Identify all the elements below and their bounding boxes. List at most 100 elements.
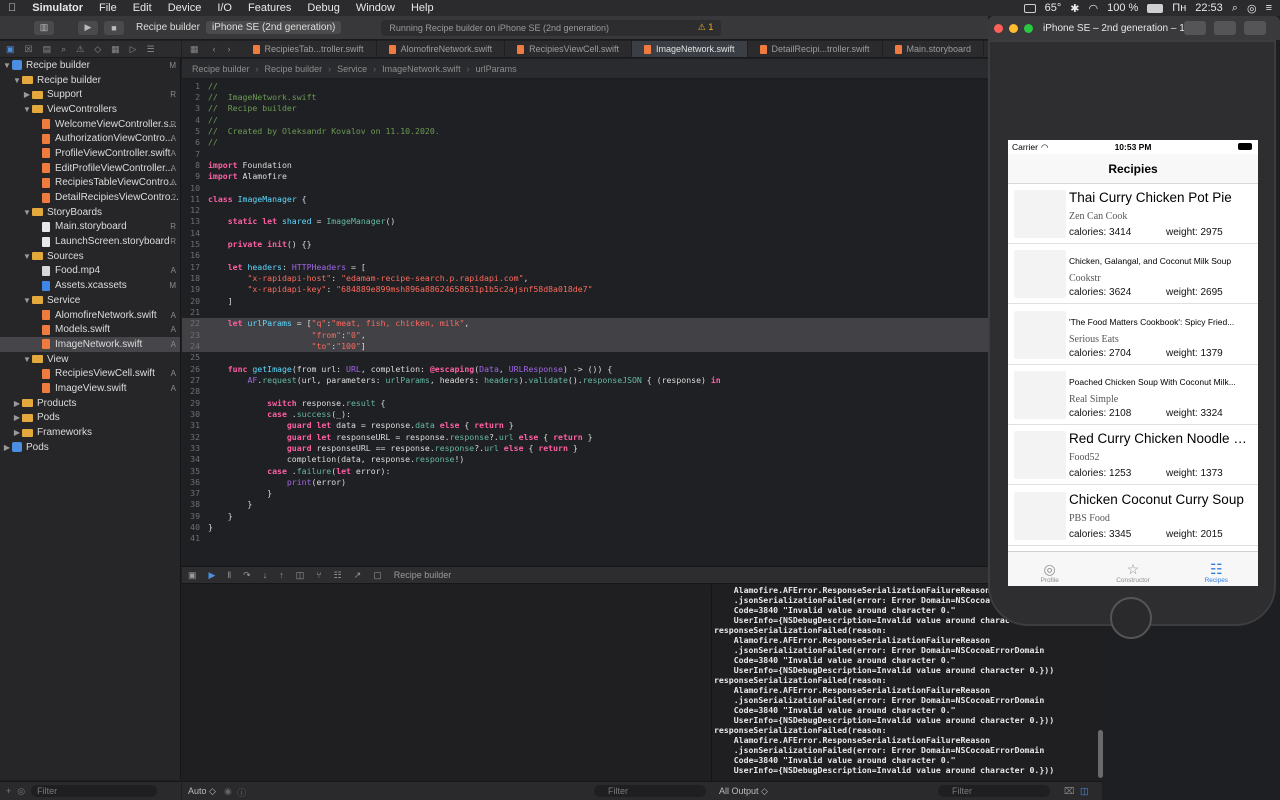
code-line[interactable]: 6// [182,137,988,148]
debug-navigator-icon[interactable]: ▦ [111,44,120,55]
line-number[interactable]: 22 [182,318,208,328]
navigator-row[interactable]: ▼ StoryBoards [0,205,180,220]
code-line[interactable]: 38 } [182,499,988,510]
add-icon[interactable]: + [6,786,11,796]
battery-icon[interactable] [1147,3,1164,13]
code-line[interactable]: 28 [182,386,988,397]
minimize-icon[interactable] [1009,23,1018,33]
code-line[interactable]: 30 case .success(_): [182,408,988,419]
line-number[interactable]: 24 [182,341,208,351]
line-number[interactable]: 12 [182,205,208,215]
line-number[interactable]: 32 [182,432,208,442]
code-line[interactable]: 40} [182,521,988,532]
code-line[interactable]: 15 private init() {} [182,238,988,249]
code-line[interactable]: 34 completion(data, response.response!) [182,454,988,465]
line-number[interactable]: 4 [182,115,208,125]
line-number[interactable]: 15 [182,239,208,249]
screenshot-icon[interactable] [1184,21,1206,35]
console-filter-input[interactable]: Filter [938,785,1050,797]
navigator-row[interactable]: WelcomeViewController.s... R [0,117,180,132]
zoom-icon[interactable] [1024,23,1033,33]
menu-window[interactable]: Window [348,2,403,14]
line-number[interactable]: 1 [182,81,208,91]
find-navigator-icon[interactable]: ⌕ [61,44,66,55]
jump-bar-item[interactable]: ImageNetwork.swift [382,64,461,74]
navigator-row[interactable]: RecipiesViewCell.swift A [0,366,180,381]
line-number[interactable]: 13 [182,216,208,226]
disclosure-icon[interactable]: ▶ [22,90,32,99]
disclosure-icon[interactable]: ▼ [2,61,12,70]
line-number[interactable]: 39 [182,511,208,521]
battery-readout[interactable]: 100 % [1107,2,1138,14]
navigator-row[interactable]: DetailRecipiesViewContro...? [0,190,180,205]
line-number[interactable]: 10 [182,183,208,193]
pause-icon[interactable]: ‖ [227,570,231,580]
step-over-icon[interactable]: ↷ [243,570,251,581]
line-number[interactable]: 27 [182,375,208,385]
recipe-cell[interactable]: Red Curry Chicken Noodle Soup Food52 calor… [1008,425,1258,486]
code-line[interactable]: 24 "to":"100"] [182,340,988,352]
report-navigator-icon[interactable]: ☰ [147,44,155,55]
navigator-row[interactable]: ▼ Sources [0,249,180,264]
symbol-navigator-icon[interactable]: ▤ [43,44,52,55]
disclosure-icon[interactable]: ▼ [22,208,32,217]
variables-scope-select[interactable]: Auto ◇ [188,786,216,797]
code-line[interactable]: 2// ImageNetwork.swift [182,91,988,102]
hide-debug-icon[interactable]: ▣ [188,570,197,581]
code-line[interactable]: 29 switch response.result { [182,397,988,408]
code-line[interactable]: 17 let headers: HTTPHeaders = [ [182,261,988,272]
issue-navigator-icon[interactable]: ⚠ [76,44,84,55]
search-icon[interactable]: ⌕ [1232,2,1238,15]
tab-recipes[interactable]: ☷ Recipes [1175,552,1258,586]
line-number[interactable]: 37 [182,488,208,498]
navigator-row[interactable]: Models.swift A [0,322,180,337]
code-line[interactable]: 7 [182,148,988,159]
line-number[interactable]: 33 [182,443,208,453]
location-icon[interactable]: ↗ [354,570,362,581]
navigator-row[interactable]: Main.storyboard R [0,220,180,235]
disclosure-icon[interactable]: ▼ [22,355,32,364]
code-line[interactable]: 9 import Alamofire [182,171,988,182]
line-number[interactable]: 35 [182,466,208,476]
device-selector[interactable]: iPhone SE (2nd generation) [205,21,342,34]
code-line[interactable]: 27 AF.request(url, parameters: urlParams… [182,374,988,385]
recipe-cell[interactable]: Chicken, Galangal, and Coconut Milk Soup… [1008,244,1258,305]
source-control-icon[interactable]: ☒ [25,44,33,55]
code-line[interactable]: 20 ] [182,295,988,306]
navigator-row[interactable]: ProfileViewController.swift A [0,146,180,161]
line-number[interactable]: 28 [182,386,208,396]
disclosure-icon[interactable]: ▼ [22,252,32,261]
code-line[interactable]: 10 [182,182,988,193]
navigator-row[interactable]: RecipiesTableViewContro... A [0,176,180,191]
line-number[interactable]: 14 [182,228,208,238]
screen-icon[interactable] [1023,3,1036,13]
line-number[interactable]: 23 [182,330,208,340]
code-line[interactable]: 19 "x-rapidapi-key": "684889e899msh896a8… [182,284,988,295]
editor-tab[interactable]: Main.storyboard [883,41,985,57]
menu-features[interactable]: Features [240,2,299,14]
source-editor[interactable]: 1//2// ImageNetwork.swift 3// Recipe buil… [182,80,988,566]
line-number[interactable]: 3 [182,103,208,113]
line-number[interactable]: 19 [182,284,208,294]
navigator-row[interactable]: ▶ Products [0,396,180,411]
line-number[interactable]: 5 [182,126,208,136]
editor-tab[interactable]: DetailRecipi...troller.swift [748,41,883,57]
line-number[interactable]: 38 [182,499,208,509]
line-number[interactable]: 17 [182,262,208,272]
clock[interactable]: 22:53 [1195,2,1223,14]
navigator-filter-input[interactable]: Filter [31,785,157,797]
disclosure-icon[interactable]: ▼ [22,296,32,305]
code-line[interactable]: 5// Created by Oleksandr Kovalov on 11.1… [182,125,988,136]
recipe-cell[interactable]: Chicken Coconut Curry Soup PBS Food calori… [1008,486,1258,546]
code-line[interactable]: 4// [182,114,988,125]
code-line[interactable]: 11 class ImageManager { [182,193,988,204]
line-number[interactable]: 7 [182,149,208,159]
navigator-row[interactable]: ▼ ViewControllers [0,102,180,117]
console-scrollbar[interactable] [1098,730,1103,778]
line-number[interactable]: 9 [182,171,208,181]
step-in-icon[interactable]: ↓ [263,570,268,580]
navigator-row[interactable]: EditProfileViewController... A [0,161,180,176]
filter-icon[interactable]: ◎ [17,786,25,797]
code-line[interactable]: 8 import Foundation [182,159,988,170]
code-line[interactable]: 23 "from":"0", [182,329,988,341]
